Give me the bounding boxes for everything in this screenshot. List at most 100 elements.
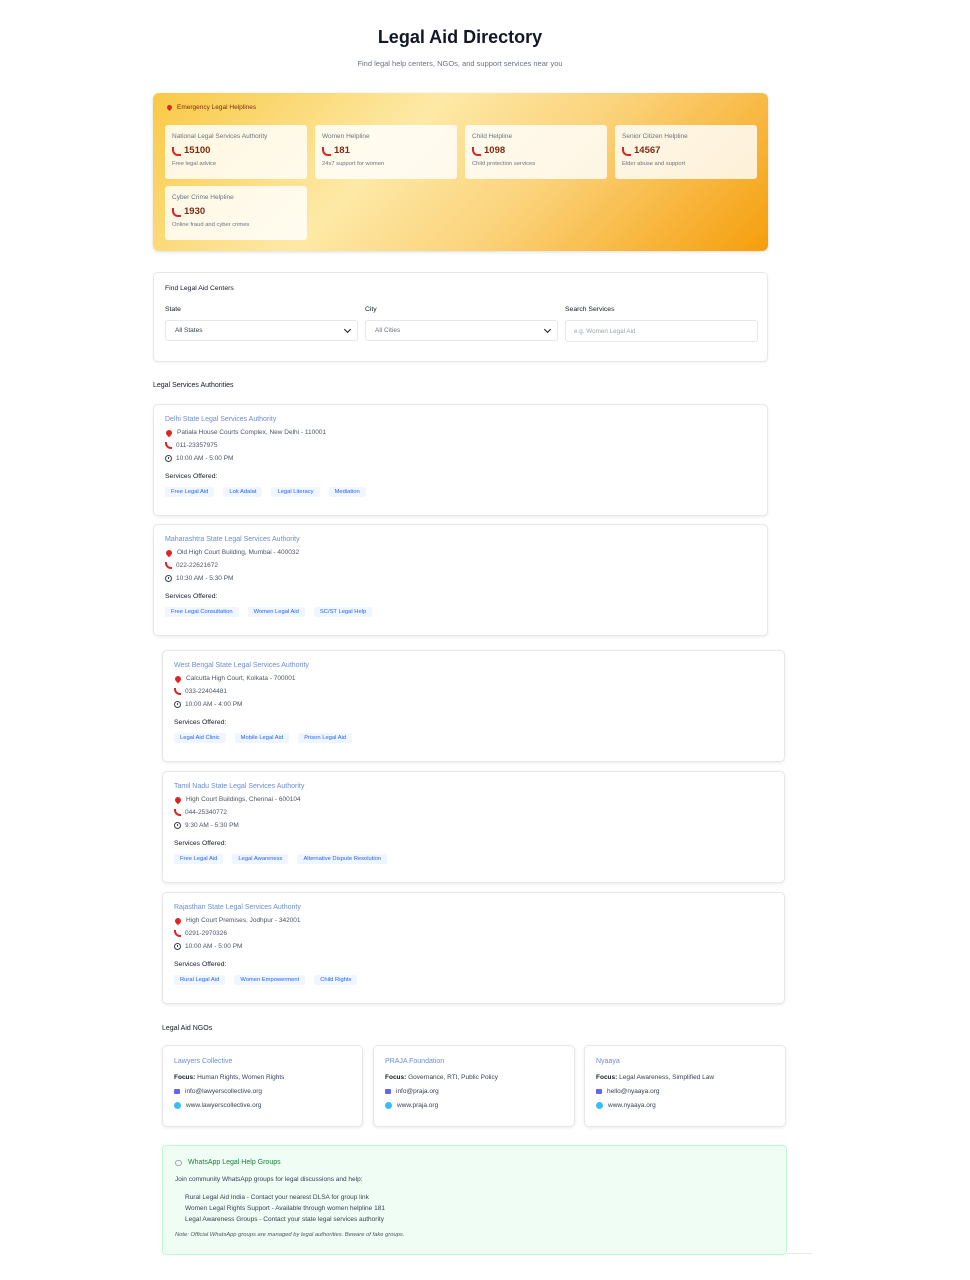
helpline-card[interactable]: Women Helpline 181 24x7 support for wome… <box>315 125 457 179</box>
whatsapp-list: Rural Legal Aid India - Contact your nea… <box>175 1192 774 1225</box>
ngo-name[interactable]: PRAJA Foundation <box>385 1058 563 1065</box>
phone-icon <box>174 688 181 695</box>
search-services-label: Search Services <box>565 306 615 313</box>
ngo-email[interactable]: hello@nyaaya.org <box>607 1088 660 1095</box>
authority-hours: 9:30 AM - 5:30 PM <box>185 822 239 829</box>
city-select[interactable]: All Cities <box>365 320 558 341</box>
service-tag: Legal Aid Clinic <box>174 733 226 743</box>
ngo-website[interactable]: www.lawyerscollective.org <box>186 1102 262 1109</box>
helpline-number[interactable]: 14567 <box>634 145 660 156</box>
authority-name[interactable]: Rajasthan State Legal Services Authority <box>174 904 773 911</box>
helpline-number[interactable]: 1098 <box>484 145 505 156</box>
phone-icon <box>622 146 631 156</box>
whatsapp-intro: Join community WhatsApp groups for legal… <box>175 1176 363 1183</box>
helpline-number[interactable]: 1930 <box>184 206 205 217</box>
ngo-website[interactable]: www.nyaaya.org <box>608 1102 656 1109</box>
helpline-name: Cyber Crime Helpline <box>172 194 234 201</box>
whatsapp-title: WhatsApp Legal Help Groups <box>188 1159 281 1166</box>
service-tag: Child Rights <box>314 975 358 985</box>
helpline-number[interactable]: 15100 <box>184 145 210 156</box>
helpline-card[interactable]: Senior Citizen Helpline 14567 Elder abus… <box>615 125 757 179</box>
helpline-number[interactable]: 181 <box>334 145 350 156</box>
email-icon <box>385 1089 391 1094</box>
search-panel: Find Legal Aid Centers State All States … <box>153 272 768 362</box>
ngo-email[interactable]: info@praja.org <box>396 1088 439 1095</box>
authority-phone[interactable]: 011-23357975 <box>176 442 217 449</box>
focus-label: Focus: <box>385 1074 407 1081</box>
authority-phone[interactable]: 0291-2970326 <box>185 930 227 937</box>
service-tag: Free Legal Aid <box>165 487 215 497</box>
clock-icon <box>165 575 172 582</box>
state-select-value: All States <box>175 327 203 334</box>
focus-label: Focus: <box>596 1074 618 1081</box>
services-label: Services Offered: <box>174 840 227 847</box>
ngo-focus: Human Rights, Women Rights <box>197 1074 285 1081</box>
helpline-name: Child Helpline <box>472 133 513 140</box>
focus-label: Focus: <box>174 1074 196 1081</box>
ngo-card: Nyaaya Focus: Legal Awareness, Simplifie… <box>584 1045 786 1127</box>
ngos-section-title: Legal Aid NGOs <box>162 1025 213 1032</box>
location-pin-icon <box>173 795 183 804</box>
authority-phone[interactable]: 022-22621672 <box>176 562 218 569</box>
clock-icon <box>174 822 181 829</box>
authority-phone[interactable]: 033-22404481 <box>185 688 227 695</box>
services-label: Services Offered: <box>165 473 218 480</box>
page-title: Legal Aid Directory <box>377 27 543 47</box>
authority-name[interactable]: Delhi State Legal Services Authority <box>165 416 756 423</box>
emergency-heading: Emergency Legal Helplines <box>165 103 257 112</box>
authority-phone[interactable]: 044-25340772 <box>185 809 227 816</box>
ngo-name[interactable]: Lawyers Collective <box>174 1058 351 1065</box>
emergency-heading-text: Emergency Legal Helplines <box>177 104 257 111</box>
services-tags: Legal Aid Clinic Mobile Legal Aid Prison… <box>174 733 773 743</box>
chat-icon <box>175 1159 182 1166</box>
phone-icon <box>172 146 181 156</box>
state-label: State <box>165 306 181 313</box>
service-tag: Prison Legal Aid <box>298 733 353 743</box>
whatsapp-groups-panel: WhatsApp Legal Help Groups Join communit… <box>162 1145 787 1255</box>
services-label: Services Offered: <box>174 719 227 726</box>
authority-name[interactable]: Maharashtra State Legal Services Authori… <box>165 536 756 543</box>
helpline-card[interactable]: National Legal Services Authority 15100 … <box>165 125 307 179</box>
authority-hours: 10:00 AM - 4:00 PM <box>185 701 243 708</box>
helpline-desc: Online fraud and cyber crimes <box>172 222 250 228</box>
ngo-website[interactable]: www.praja.org <box>397 1102 438 1109</box>
ngo-email[interactable]: info@lawyerscollective.org <box>185 1088 262 1095</box>
location-pin-icon <box>173 674 183 683</box>
helpline-desc: Elder abuse and support <box>622 161 686 167</box>
clock-icon <box>174 943 181 950</box>
service-tag: Legal Awareness <box>232 854 289 864</box>
ngo-name[interactable]: Nyaaya <box>596 1058 774 1065</box>
phone-icon <box>472 146 481 156</box>
services-tags: Rural Legal Aid Women Empowerment Child … <box>174 975 773 985</box>
whatsapp-list-item: Legal Awareness Groups - Contact your st… <box>185 1216 384 1223</box>
whatsapp-list-item: Rural Legal Aid India - Contact your nea… <box>185 1194 369 1201</box>
clock-icon <box>174 701 181 708</box>
authority-card: Maharashtra State Legal Services Authori… <box>153 524 768 636</box>
authority-name[interactable]: Tamil Nadu State Legal Services Authorit… <box>174 783 773 790</box>
service-tag: Lok Adalat <box>223 487 263 497</box>
search-title: Find Legal Aid Centers <box>165 285 234 292</box>
authority-address: High Court Premises, Jodhpur - 342001 <box>186 917 301 924</box>
email-icon <box>596 1089 602 1094</box>
authorities-section-title: Legal Services Authorities <box>153 382 234 389</box>
globe-icon <box>596 1102 603 1109</box>
phone-icon <box>172 207 181 217</box>
authority-card: West Bengal State Legal Services Authori… <box>162 650 785 762</box>
helpline-card[interactable]: Child Helpline 1098 Child protection ser… <box>465 125 607 179</box>
helpline-card[interactable]: Cyber Crime Helpline 1930 Online fraud a… <box>165 186 307 240</box>
helpline-name: National Legal Services Authority <box>172 133 268 140</box>
helpline-name: Senior Citizen Helpline <box>622 133 688 140</box>
authority-hours: 10:00 AM - 5:00 PM <box>185 943 243 950</box>
authority-address: Old High Court Building, Mumbai - 400032 <box>177 549 300 556</box>
email-icon <box>174 1089 180 1094</box>
search-services-input[interactable]: e.g. Women Legal Aid <box>565 320 758 342</box>
authority-name[interactable]: West Bengal State Legal Services Authori… <box>174 662 773 669</box>
service-tag: Rural Legal Aid <box>174 975 226 985</box>
state-select[interactable]: All States <box>165 320 358 341</box>
globe-icon <box>174 1102 181 1109</box>
globe-icon <box>385 1102 392 1109</box>
location-pin-icon <box>164 548 174 557</box>
services-tags: Free Legal Aid Legal Awareness Alternati… <box>174 854 773 864</box>
alert-pin-icon <box>165 103 174 112</box>
service-tag: SC/ST Legal Help <box>313 607 373 617</box>
